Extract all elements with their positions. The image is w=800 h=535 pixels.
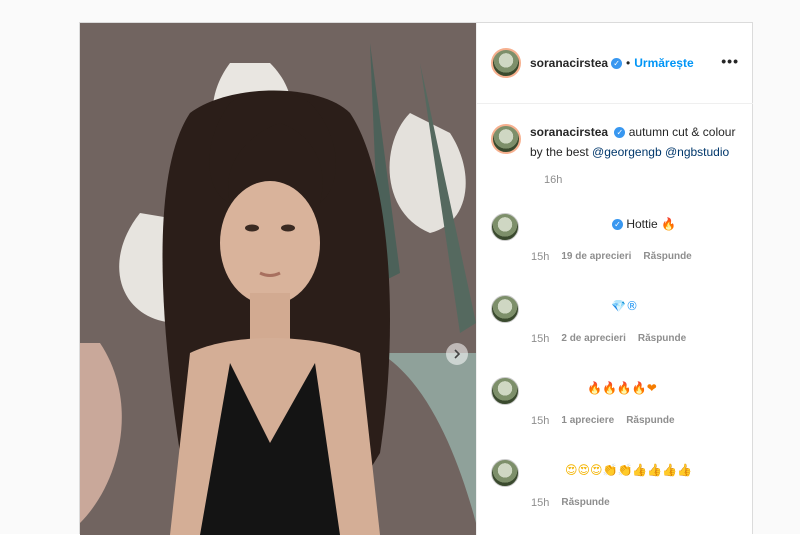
reply-button[interactable]: Răspunde (626, 415, 674, 427)
comment-emoji: 🔥 (661, 217, 676, 231)
commenter-avatar[interactable] (491, 459, 519, 487)
post-caption: soranacirstea ✓ autumn cut & colour by t… (477, 104, 753, 186)
verified-badge-icon: ✓ (612, 219, 623, 231)
caption-username[interactable]: soranacirstea (530, 125, 608, 139)
comment-likes[interactable]: 2 de aprecieri (561, 333, 625, 345)
caption-avatar[interactable] (491, 124, 521, 154)
caption-text: soranacirstea ✓ autumn cut & colour by t… (530, 122, 739, 162)
mention-link[interactable]: @ngbstudio (665, 145, 729, 159)
comment-text: Hottie (626, 217, 658, 231)
comment-item: 💎® 15h 2 de aprecieri Răspunde (491, 295, 741, 345)
comment-timestamp[interactable]: 15h (531, 497, 549, 509)
comment-item: 😍😍😍👏👏👍👍👍👍 15h Răspunde (491, 459, 741, 509)
reply-button[interactable]: Răspunde (638, 333, 686, 345)
comment-likes[interactable]: 1 apreciere (561, 415, 614, 427)
author-username[interactable]: soranacirstea (530, 56, 608, 70)
comment-timestamp[interactable]: 15h (531, 415, 549, 427)
mention-link[interactable]: @georgengb (592, 145, 662, 159)
more-options-icon[interactable]: ••• (721, 53, 739, 69)
comment-emoji: 😍😍😍👏👏👍👍👍👍 (565, 463, 693, 477)
comment-emoji: 🔥🔥🔥🔥❤ (587, 381, 657, 395)
comment-item: 🔥🔥🔥🔥❤ 15h 1 apreciere Răspunde (491, 377, 741, 427)
post-header: soranacirstea ✓ • Urmărește ••• (477, 23, 753, 104)
post-dialog: soranacirstea ✓ • Urmărește ••• soranaci… (79, 22, 753, 535)
comment-emoji: 💎® (611, 299, 638, 313)
commenter-avatar[interactable] (491, 213, 519, 241)
photo-illustration (80, 23, 476, 535)
verified-badge-icon: ✓ (614, 127, 626, 139)
comment-item: ✓ Hottie 🔥 15h 19 de aprecieri Răspunde (491, 213, 741, 263)
next-photo-button[interactable] (446, 343, 468, 365)
reply-button[interactable]: Răspunde (561, 497, 609, 509)
commenter-avatar[interactable] (491, 377, 519, 405)
follow-button[interactable]: Urmărește (634, 56, 693, 70)
post-sidebar: soranacirstea ✓ • Urmărește ••• soranaci… (476, 23, 753, 535)
caption-timestamp[interactable]: 16h (544, 174, 739, 186)
chevron-right-icon (454, 349, 461, 359)
comment-likes[interactable]: 19 de aprecieri (561, 251, 631, 263)
post-photo (80, 23, 476, 535)
author-avatar[interactable] (491, 48, 521, 78)
separator-dot: • (626, 56, 631, 70)
comment-timestamp[interactable]: 15h (531, 251, 549, 263)
commenter-avatar[interactable] (491, 295, 519, 323)
reply-button[interactable]: Răspunde (643, 251, 691, 263)
verified-badge-icon: ✓ (611, 57, 623, 69)
comment-timestamp[interactable]: 15h (531, 333, 549, 345)
